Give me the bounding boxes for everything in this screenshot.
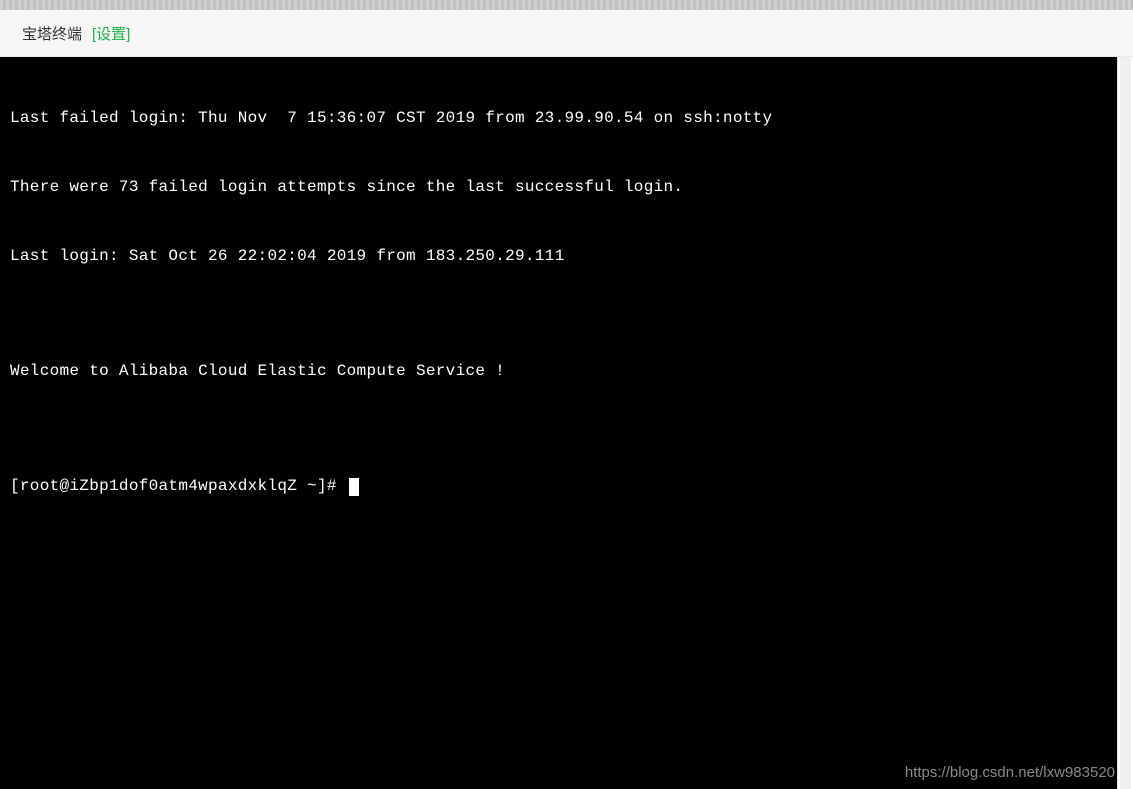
terminal-prompt: [root@iZbp1dof0atm4wpaxdxklqZ ~]# bbox=[10, 475, 347, 498]
settings-link[interactable]: [设置] bbox=[92, 23, 130, 44]
terminal-area[interactable]: Last failed login: Thu Nov 7 15:36:07 CS… bbox=[0, 57, 1117, 789]
terminal-output-line: Last failed login: Thu Nov 7 15:36:07 CS… bbox=[10, 107, 1107, 130]
terminal-prompt-line[interactable]: [root@iZbp1dof0atm4wpaxdxklqZ ~]# bbox=[10, 475, 1107, 498]
scrollbar-thumb[interactable] bbox=[1120, 57, 1131, 789]
vertical-scrollbar[interactable] bbox=[1117, 57, 1133, 789]
terminal-wrapper: Last failed login: Thu Nov 7 15:36:07 CS… bbox=[0, 57, 1133, 789]
terminal-header: 宝塔终端 [设置] bbox=[0, 10, 1133, 57]
terminal-output-line: Last login: Sat Oct 26 22:02:04 2019 fro… bbox=[10, 245, 1107, 268]
window-top-strip bbox=[0, 0, 1133, 10]
terminal-output-line: Welcome to Alibaba Cloud Elastic Compute… bbox=[10, 360, 1107, 383]
terminal-output-line: There were 73 failed login attempts sinc… bbox=[10, 176, 1107, 199]
terminal-title: 宝塔终端 bbox=[22, 23, 82, 44]
terminal-cursor bbox=[349, 478, 359, 496]
